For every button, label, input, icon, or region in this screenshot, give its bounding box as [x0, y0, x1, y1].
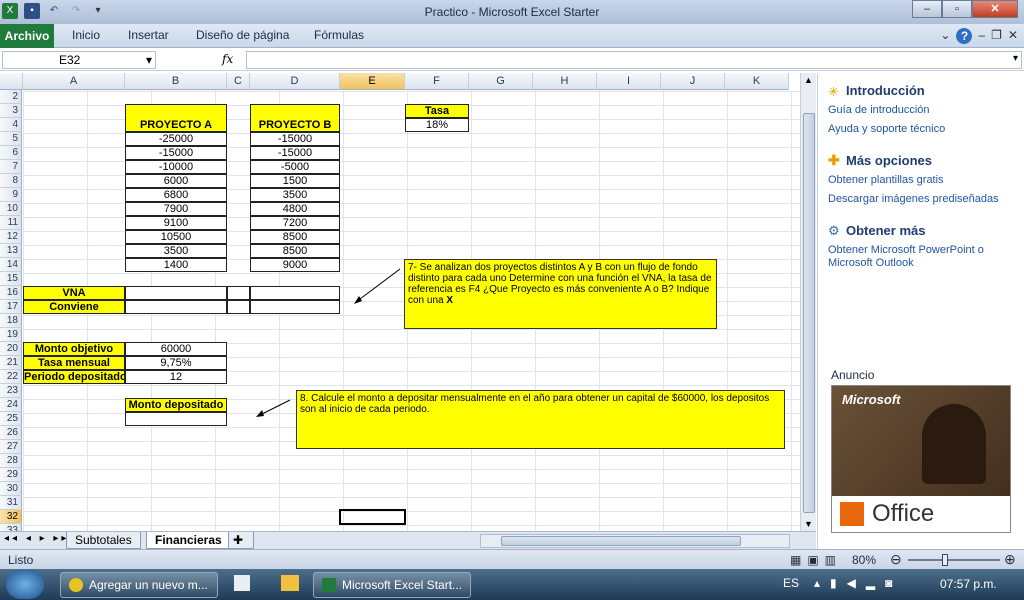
windows-taskbar: Agregar un nuevo m... Microsoft Excel St… — [0, 569, 1024, 600]
pane-heading-intro: Introducción — [846, 83, 925, 98]
sparkle-icon: ✳ — [828, 84, 839, 99]
formula-input[interactable] — [246, 51, 1022, 69]
expand-formula-bar-icon[interactable]: ▾ — [1013, 53, 1018, 64]
zoom-out-icon[interactable]: ⊖ — [890, 551, 902, 568]
scroll-up-icon[interactable]: ▲ — [804, 75, 813, 85]
formula-bar: E32 ▾ fx ▾ — [0, 49, 1024, 71]
ad-product: Office — [872, 500, 935, 527]
plus-icon: ✚ — [828, 152, 840, 168]
zoom-in-icon[interactable]: ⊕ — [1004, 551, 1016, 568]
minimize-workbook-icon[interactable]: – — [978, 28, 985, 44]
excel-taskbar-icon — [322, 578, 336, 592]
window-icon[interactable] — [234, 575, 250, 591]
zoom-level[interactable]: 80% — [852, 553, 876, 567]
link-guia-introduccion[interactable]: Guía de introducción — [828, 104, 930, 116]
vertical-scroll-thumb[interactable] — [803, 113, 815, 513]
name-box-value: E32 — [59, 53, 81, 67]
status-mode: Listo — [8, 553, 34, 567]
sheet-tab-subtotales[interactable]: Subtotales — [66, 532, 141, 549]
sheet-tabs-bar: ◂◂ ◂ ▸ ▸▸ Subtotales Financieras ✚ — [0, 531, 816, 549]
tray-icons[interactable]: ▴▮◀▂◙ — [814, 576, 902, 590]
name-box[interactable]: E32 ▾ — [2, 51, 156, 69]
tab-inicio[interactable]: Inicio — [72, 28, 100, 42]
chrome-icon — [69, 578, 83, 592]
taskbar-item-chrome-label: Agregar un nuevo m... — [89, 578, 208, 592]
link-imagenes[interactable]: Descargar imágenes prediseñadas — [828, 193, 999, 205]
zoom-slider-thumb[interactable] — [942, 554, 948, 566]
office-advertisement[interactable]: Microsoft Office — [831, 385, 1011, 533]
tab-archivo[interactable]: Archivo — [0, 24, 54, 48]
folder-icon[interactable] — [281, 575, 299, 591]
arrow-note-7 — [355, 268, 401, 303]
active-cell[interactable] — [339, 509, 406, 525]
pane-heading-get-more: Obtener más — [846, 223, 926, 238]
ad-person-image — [922, 404, 986, 484]
sheet-tab-financieras[interactable]: Financieras — [146, 532, 231, 549]
office-logo-icon — [840, 502, 864, 526]
taskbar-item-chrome[interactable]: Agregar un nuevo m... — [60, 572, 218, 598]
language-indicator[interactable]: ES — [783, 576, 799, 590]
ribbon-collapse-icon[interactable]: ⌄ — [940, 28, 950, 44]
ribbon: Archivo Inicio Insertar Diseño de página… — [0, 24, 1024, 48]
link-plantillas[interactable]: Obtener plantillas gratis — [828, 174, 944, 186]
taskbar-item-excel-label: Microsoft Excel Start... — [342, 578, 463, 592]
status-bar: Listo ▦▣▥ 80% ⊖ ⊕ — [0, 549, 1024, 569]
sheet-nav-icons[interactable]: ◂◂ ◂ ▸ ▸▸ — [4, 533, 69, 544]
tab-diseno-pagina[interactable]: Diseño de página — [196, 28, 289, 42]
start-button[interactable] — [6, 570, 44, 599]
task-pane: ✳ Introducción Guía de introducción Ayud… — [817, 73, 1024, 549]
taskbar-item-excel[interactable]: Microsoft Excel Start... — [313, 572, 471, 598]
name-box-dropdown-icon[interactable]: ▾ — [146, 52, 152, 68]
insert-function-icon[interactable]: fx — [222, 52, 233, 66]
clock[interactable]: 07:57 p.m. — [940, 577, 997, 591]
ad-label: Anuncio — [831, 368, 875, 382]
maximize-button[interactable]: ▫ — [942, 0, 972, 18]
view-buttons-icons[interactable]: ▦▣▥ — [790, 553, 842, 567]
pane-heading-more-options: Más opciones — [846, 153, 932, 168]
insert-sheet-icon[interactable]: ✚ — [228, 532, 254, 549]
close-workbook-icon[interactable]: ✕ — [1008, 28, 1018, 44]
worksheet[interactable]: A B C D E F G H I J K 2 3 4 5 6 7 8 9 10 11 12 13 14… — [0, 73, 800, 531]
link-powerpoint-outlook[interactable]: Obtener Microsoft PowerPoint o Microsoft… — [828, 244, 1008, 270]
arrowhead-note-7 — [354, 296, 362, 304]
scroll-down-icon[interactable]: ▼ — [804, 519, 813, 529]
vertical-scrollbar[interactable]: ▲ ▼ — [800, 73, 816, 531]
horizontal-scrollbar[interactable] — [480, 534, 790, 548]
restore-workbook-icon[interactable]: ❐ — [991, 28, 1002, 44]
arrowhead-note-8 — [256, 410, 264, 417]
tab-formulas[interactable]: Fórmulas — [314, 28, 364, 42]
help-icon[interactable]: ? — [956, 28, 973, 44]
gears-icon: ⚙ — [828, 223, 840, 238]
link-ayuda-soporte[interactable]: Ayuda y soporte técnico — [828, 123, 945, 135]
ad-footer: Office — [832, 496, 1010, 532]
ad-brand: Microsoft — [842, 392, 901, 407]
arrows-layer — [256, 268, 401, 417]
title-bar: X ▪ ↶ ↷ ▾ Practico - Microsoft Excel Sta… — [0, 0, 1024, 24]
zoom-slider[interactable] — [908, 554, 1000, 566]
close-button[interactable]: ✕ — [972, 0, 1018, 18]
window-title: Practico - Microsoft Excel Starter — [424, 5, 600, 19]
horizontal-scroll-thumb[interactable] — [501, 536, 741, 546]
minimize-button[interactable]: – — [912, 0, 942, 18]
tab-insertar[interactable]: Insertar — [128, 28, 169, 42]
